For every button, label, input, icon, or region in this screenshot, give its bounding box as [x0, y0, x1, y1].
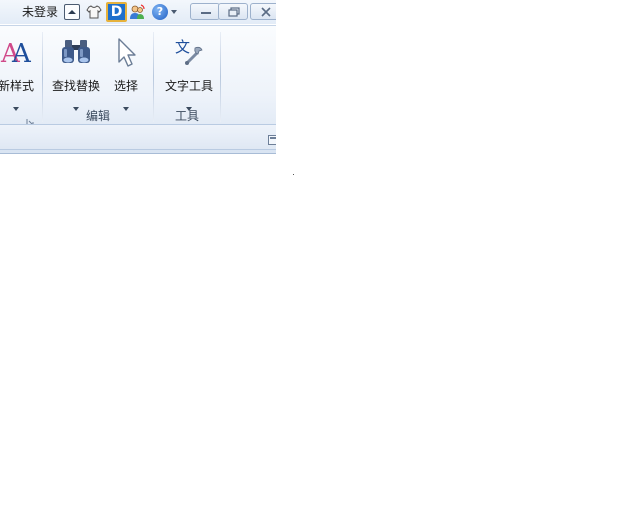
dialog-launcher-icon[interactable] — [26, 112, 35, 127]
close-button[interactable] — [250, 3, 276, 20]
chevron-down-icon — [123, 96, 129, 111]
ribbon-fragment: 未登录 D ? A A 新样式 查找替换 选择 编辑 文 文字工具 工具 — [0, 0, 276, 156]
binoculars-icon — [60, 36, 92, 68]
text-tools-icon: 文 — [173, 36, 205, 68]
app-window: 未登录 D ? A A 新样式 查找替换 选择 编辑 文 文字工具 工具 — [0, 0, 640, 512]
group-label-tools: 工具 — [175, 109, 200, 123]
help-icon[interactable]: ? — [152, 4, 168, 20]
text-tools-label: 文字工具 — [164, 79, 213, 93]
users-icon[interactable] — [129, 4, 145, 20]
minimize-button[interactable] — [190, 3, 220, 20]
document-area-edge — [0, 150, 276, 154]
group-separator — [220, 32, 221, 122]
d-logo-icon[interactable]: D — [106, 2, 127, 22]
cursor-arrow-icon — [110, 36, 142, 68]
pane-options-icon[interactable] — [268, 130, 276, 145]
login-status[interactable]: 未登录 — [22, 4, 58, 20]
new-style-label: 新样式 — [0, 79, 34, 93]
ribbon-group-styles: A A 新样式 — [0, 30, 44, 127]
group-label-edit: 编辑 — [86, 109, 111, 123]
svg-text:A: A — [11, 39, 32, 68]
svg-text:文: 文 — [175, 38, 190, 56]
ribbon-body: A A 新样式 查找替换 选择 编辑 文 文字工具 工具 — [0, 25, 276, 127]
ribbon-group-tools: 文 文字工具 工具 — [154, 30, 220, 124]
select-button[interactable]: 选择 — [109, 36, 143, 111]
chevron-down-icon — [13, 96, 19, 111]
font-style-icon: A A — [0, 36, 32, 69]
title-bar: 未登录 D ? — [0, 0, 276, 24]
chevron-down-icon[interactable] — [170, 9, 178, 15]
caret-up-icon[interactable] — [64, 4, 80, 20]
new-style-button[interactable]: A A 新样式 — [0, 36, 44, 111]
find-replace-label: 查找替换 — [51, 79, 100, 93]
chevron-down-icon — [73, 96, 79, 111]
text-tools-button[interactable]: 文 文字工具 — [160, 36, 218, 111]
find-replace-button[interactable]: 查找替换 — [49, 36, 103, 111]
ribbon-group-edit: 查找替换 选择 编辑 — [43, 30, 153, 124]
restore-button[interactable] — [218, 3, 248, 20]
skin-icon[interactable] — [86, 4, 102, 20]
chevron-down-icon — [186, 96, 192, 111]
ribbon-lower-bar — [0, 124, 276, 150]
artifact-dot — [293, 174, 294, 175]
select-label: 选择 — [113, 79, 138, 93]
